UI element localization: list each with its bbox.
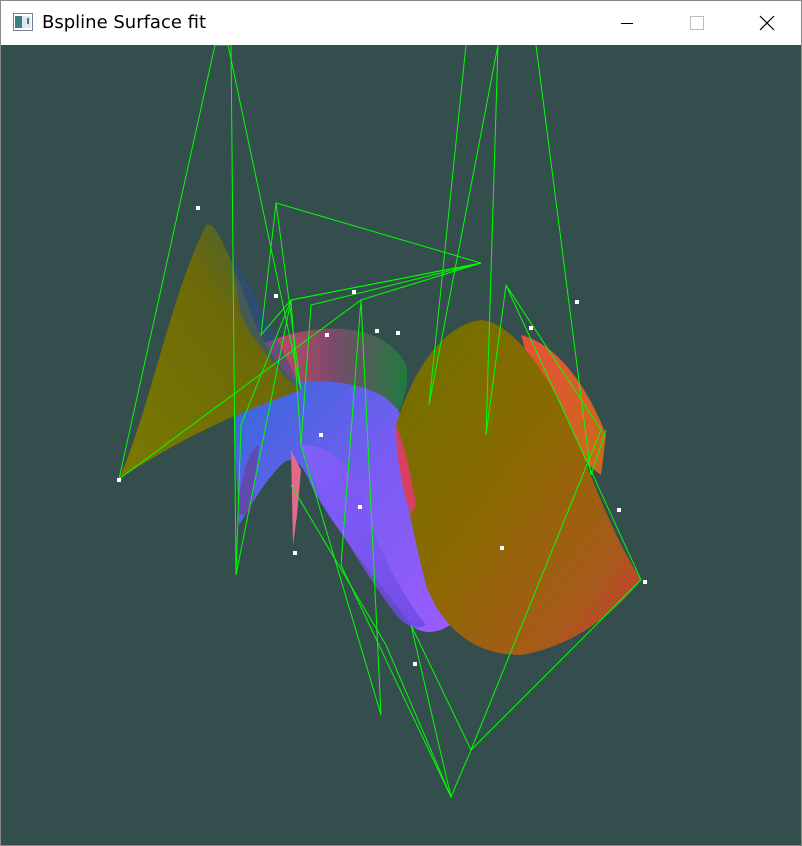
app-window: Bspline Surface fit <box>0 0 802 846</box>
bspline-scene <box>117 45 647 799</box>
minimize-icon <box>621 23 633 24</box>
minimize-button[interactable] <box>592 1 662 45</box>
gl-viewport[interactable] <box>1 45 801 845</box>
opengl-app-icon <box>13 13 33 31</box>
title-bar[interactable]: Bspline Surface fit <box>1 1 801 45</box>
maximize-icon <box>690 16 704 30</box>
window-title: Bspline Surface fit <box>42 12 207 33</box>
close-icon <box>759 15 775 31</box>
close-button[interactable] <box>732 1 801 45</box>
maximize-button[interactable] <box>662 1 732 45</box>
